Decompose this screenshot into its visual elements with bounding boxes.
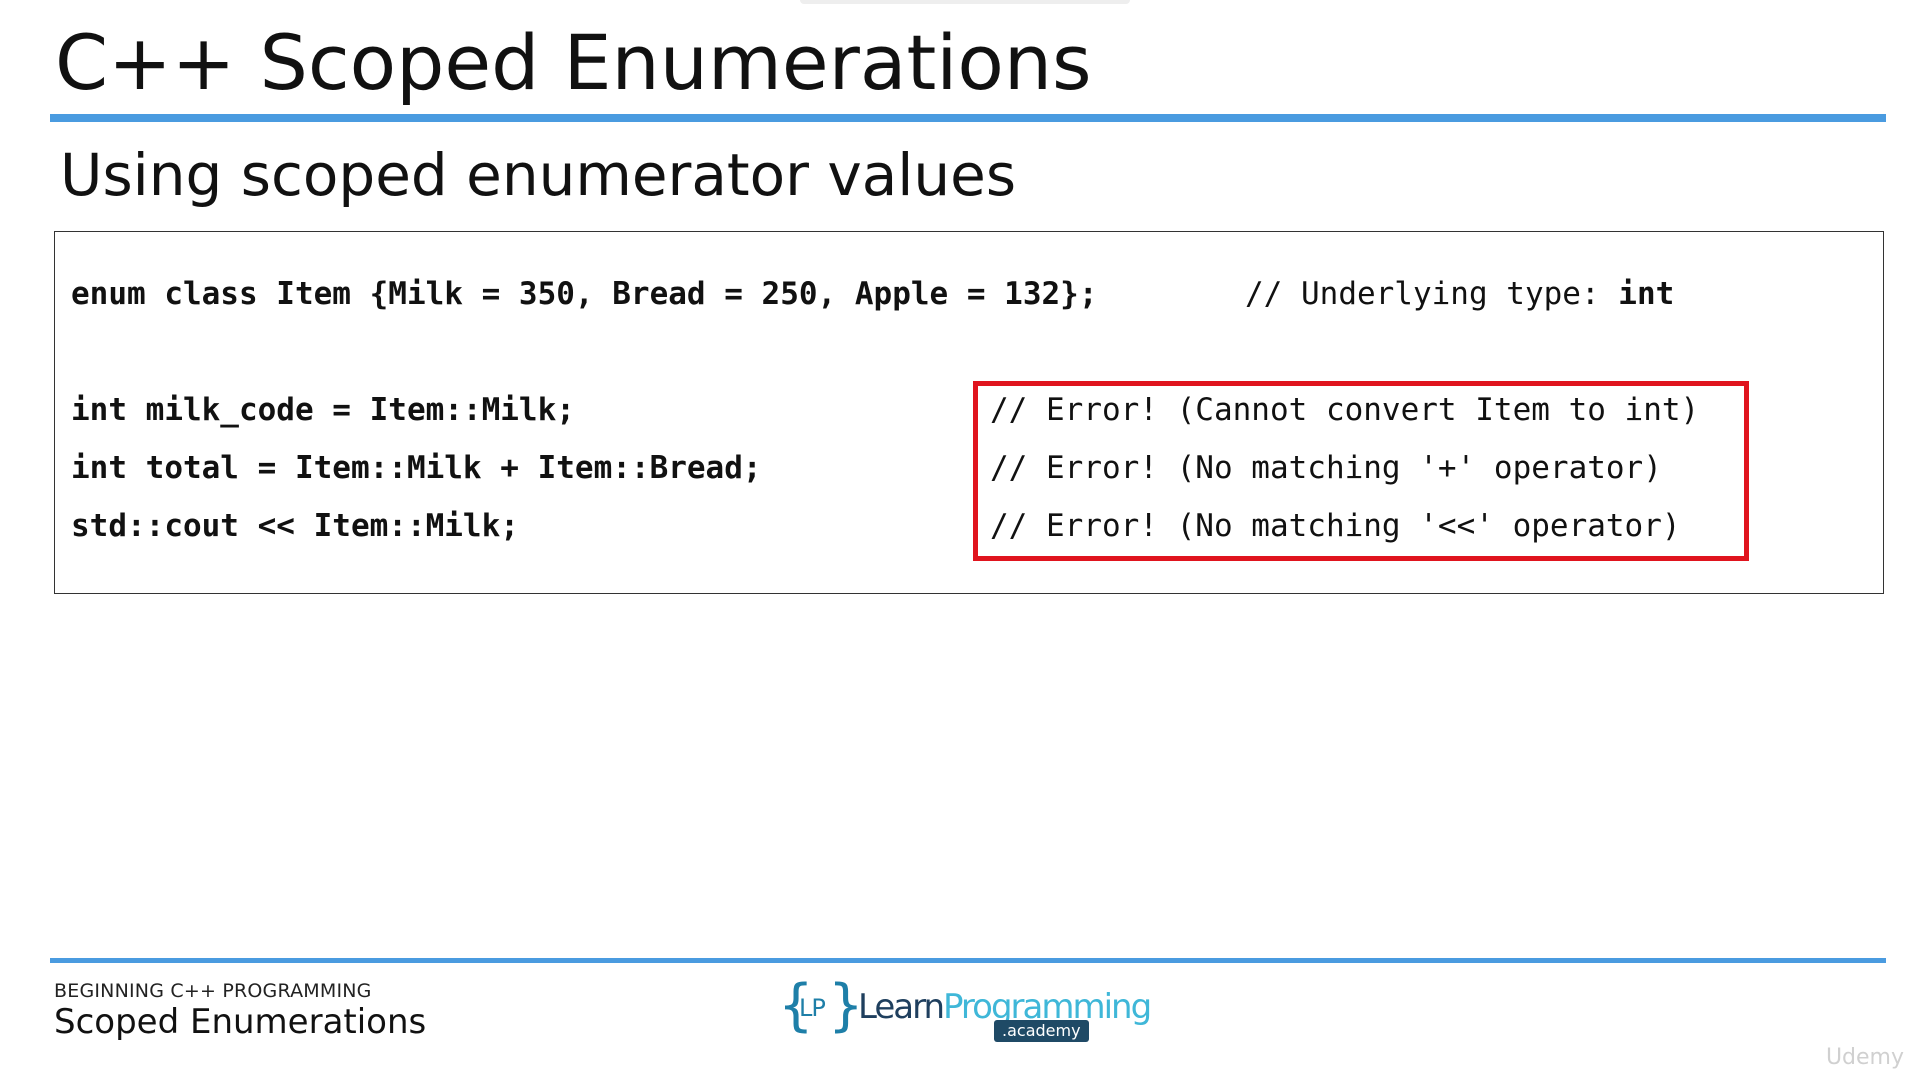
code-line-milk-code: int milk_code = Item::Milk;: [71, 392, 575, 428]
code-line-total: int total = Item::Milk + Item::Bread;: [71, 450, 762, 486]
error-highlight-box: // Error! (Cannot convert Item to int) /…: [973, 381, 1749, 561]
udemy-watermark: Udemy: [1825, 1045, 1904, 1070]
slide-subtitle: Using scoped enumerator values: [60, 141, 1017, 209]
footer-course-name: BEGINNING C++ PROGRAMMING: [54, 980, 372, 1002]
footer-divider: [50, 958, 1886, 963]
logo-monogram: LP: [799, 994, 826, 1022]
code-line-cout: std::cout << Item::Milk;: [71, 508, 519, 544]
title-divider: [50, 114, 1886, 122]
comment-type: int: [1618, 276, 1675, 312]
code-panel: enum class Item {Milk = 350, Bread = 250…: [54, 231, 1884, 594]
slide-title: C++ Scoped Enumerations: [55, 18, 1092, 107]
logo-academy-badge: .academy: [994, 1020, 1089, 1042]
error-comment-stream: // Error! (No matching '<<' operator): [990, 508, 1681, 544]
logo-learn: Learn: [858, 987, 945, 1027]
error-comment-convert: // Error! (Cannot convert Item to int): [990, 392, 1700, 428]
error-comment-plus: // Error! (No matching '+' operator): [990, 450, 1662, 486]
top-window-tab: [800, 0, 1130, 4]
code-comment-underlying-type: // Underlying type: int: [1245, 274, 1674, 314]
footer-topic: Scoped Enumerations: [54, 1002, 427, 1042]
learnprogramming-logo: { LP } LearnProgramming .academy: [778, 976, 1152, 1046]
code-line-enum: enum class Item {Milk = 350, Bread = 250…: [71, 276, 1098, 312]
comment-text: // Underlying type:: [1245, 276, 1619, 312]
